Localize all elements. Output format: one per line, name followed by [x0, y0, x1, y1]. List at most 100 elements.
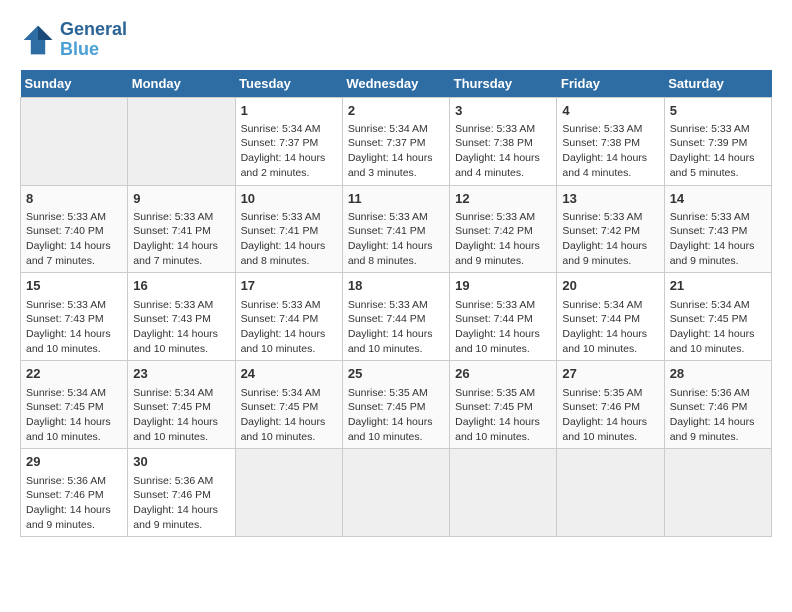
calendar-cell: 4 Sunrise: 5:33 AM Sunset: 7:38 PM Dayli… [557, 97, 664, 185]
calendar-cell: 22 Sunrise: 5:34 AM Sunset: 7:45 PM Dayl… [21, 361, 128, 449]
day-info: Sunrise: 5:33 AM Sunset: 7:42 PM Dayligh… [562, 210, 658, 269]
logo: General Blue [20, 20, 127, 60]
day-number: 8 [26, 190, 122, 208]
day-number: 20 [562, 277, 658, 295]
day-info: Sunrise: 5:34 AM Sunset: 7:37 PM Dayligh… [348, 122, 444, 181]
calendar-cell: 10 Sunrise: 5:33 AM Sunset: 7:41 PM Dayl… [235, 185, 342, 273]
calendar-week-1: 1 Sunrise: 5:34 AM Sunset: 7:37 PM Dayli… [21, 97, 772, 185]
day-number: 17 [241, 277, 337, 295]
page-header: General Blue [20, 20, 772, 60]
day-number: 10 [241, 190, 337, 208]
calendar-cell [557, 449, 664, 537]
calendar-cell: 14 Sunrise: 5:33 AM Sunset: 7:43 PM Dayl… [664, 185, 771, 273]
day-number: 2 [348, 102, 444, 120]
day-number: 27 [562, 365, 658, 383]
logo-line1: General [60, 20, 127, 40]
day-info: Sunrise: 5:35 AM Sunset: 7:45 PM Dayligh… [455, 386, 551, 445]
day-number: 12 [455, 190, 551, 208]
day-number: 16 [133, 277, 229, 295]
calendar-cell: 1 Sunrise: 5:34 AM Sunset: 7:37 PM Dayli… [235, 97, 342, 185]
calendar-table: SundayMondayTuesdayWednesdayThursdayFrid… [20, 70, 772, 538]
calendar-week-5: 29 Sunrise: 5:36 AM Sunset: 7:46 PM Dayl… [21, 449, 772, 537]
day-info: Sunrise: 5:35 AM Sunset: 7:45 PM Dayligh… [348, 386, 444, 445]
day-info: Sunrise: 5:33 AM Sunset: 7:43 PM Dayligh… [133, 298, 229, 357]
calendar-cell [342, 449, 449, 537]
day-number: 4 [562, 102, 658, 120]
day-number: 24 [241, 365, 337, 383]
calendar-cell: 17 Sunrise: 5:33 AM Sunset: 7:44 PM Dayl… [235, 273, 342, 361]
day-info: Sunrise: 5:33 AM Sunset: 7:44 PM Dayligh… [241, 298, 337, 357]
day-info: Sunrise: 5:34 AM Sunset: 7:45 PM Dayligh… [133, 386, 229, 445]
day-info: Sunrise: 5:36 AM Sunset: 7:46 PM Dayligh… [133, 474, 229, 533]
day-number: 21 [670, 277, 766, 295]
calendar-cell: 19 Sunrise: 5:33 AM Sunset: 7:44 PM Dayl… [450, 273, 557, 361]
calendar-week-3: 15 Sunrise: 5:33 AM Sunset: 7:43 PM Dayl… [21, 273, 772, 361]
day-number: 11 [348, 190, 444, 208]
day-number: 25 [348, 365, 444, 383]
weekday-header-thursday: Thursday [450, 70, 557, 98]
day-info: Sunrise: 5:33 AM Sunset: 7:40 PM Dayligh… [26, 210, 122, 269]
day-number: 14 [670, 190, 766, 208]
day-number: 9 [133, 190, 229, 208]
calendar-cell: 20 Sunrise: 5:34 AM Sunset: 7:44 PM Dayl… [557, 273, 664, 361]
calendar-week-2: 8 Sunrise: 5:33 AM Sunset: 7:40 PM Dayli… [21, 185, 772, 273]
calendar-cell: 15 Sunrise: 5:33 AM Sunset: 7:43 PM Dayl… [21, 273, 128, 361]
calendar-cell: 16 Sunrise: 5:33 AM Sunset: 7:43 PM Dayl… [128, 273, 235, 361]
day-info: Sunrise: 5:33 AM Sunset: 7:44 PM Dayligh… [348, 298, 444, 357]
calendar-cell: 11 Sunrise: 5:33 AM Sunset: 7:41 PM Dayl… [342, 185, 449, 273]
calendar-cell: 28 Sunrise: 5:36 AM Sunset: 7:46 PM Dayl… [664, 361, 771, 449]
calendar-cell [450, 449, 557, 537]
day-info: Sunrise: 5:36 AM Sunset: 7:46 PM Dayligh… [670, 386, 766, 445]
day-number: 3 [455, 102, 551, 120]
day-info: Sunrise: 5:34 AM Sunset: 7:45 PM Dayligh… [670, 298, 766, 357]
day-info: Sunrise: 5:33 AM Sunset: 7:41 PM Dayligh… [133, 210, 229, 269]
calendar-cell: 8 Sunrise: 5:33 AM Sunset: 7:40 PM Dayli… [21, 185, 128, 273]
day-number: 23 [133, 365, 229, 383]
calendar-cell [128, 97, 235, 185]
calendar-cell: 29 Sunrise: 5:36 AM Sunset: 7:46 PM Dayl… [21, 449, 128, 537]
logo-icon [20, 22, 56, 58]
calendar-cell: 5 Sunrise: 5:33 AM Sunset: 7:39 PM Dayli… [664, 97, 771, 185]
day-info: Sunrise: 5:33 AM Sunset: 7:43 PM Dayligh… [26, 298, 122, 357]
calendar-cell: 3 Sunrise: 5:33 AM Sunset: 7:38 PM Dayli… [450, 97, 557, 185]
weekday-header-monday: Monday [128, 70, 235, 98]
day-number: 30 [133, 453, 229, 471]
day-number: 13 [562, 190, 658, 208]
day-number: 26 [455, 365, 551, 383]
calendar-cell [235, 449, 342, 537]
day-info: Sunrise: 5:33 AM Sunset: 7:43 PM Dayligh… [670, 210, 766, 269]
day-number: 15 [26, 277, 122, 295]
day-info: Sunrise: 5:34 AM Sunset: 7:45 PM Dayligh… [26, 386, 122, 445]
day-info: Sunrise: 5:36 AM Sunset: 7:46 PM Dayligh… [26, 474, 122, 533]
day-number: 1 [241, 102, 337, 120]
day-info: Sunrise: 5:35 AM Sunset: 7:46 PM Dayligh… [562, 386, 658, 445]
calendar-cell: 30 Sunrise: 5:36 AM Sunset: 7:46 PM Dayl… [128, 449, 235, 537]
calendar-cell: 2 Sunrise: 5:34 AM Sunset: 7:37 PM Dayli… [342, 97, 449, 185]
day-info: Sunrise: 5:34 AM Sunset: 7:44 PM Dayligh… [562, 298, 658, 357]
day-info: Sunrise: 5:33 AM Sunset: 7:38 PM Dayligh… [455, 122, 551, 181]
day-info: Sunrise: 5:33 AM Sunset: 7:38 PM Dayligh… [562, 122, 658, 181]
calendar-week-4: 22 Sunrise: 5:34 AM Sunset: 7:45 PM Dayl… [21, 361, 772, 449]
calendar-cell [21, 97, 128, 185]
day-number: 19 [455, 277, 551, 295]
weekday-header-friday: Friday [557, 70, 664, 98]
calendar-cell: 27 Sunrise: 5:35 AM Sunset: 7:46 PM Dayl… [557, 361, 664, 449]
day-number: 29 [26, 453, 122, 471]
calendar-cell: 24 Sunrise: 5:34 AM Sunset: 7:45 PM Dayl… [235, 361, 342, 449]
day-number: 5 [670, 102, 766, 120]
day-info: Sunrise: 5:34 AM Sunset: 7:37 PM Dayligh… [241, 122, 337, 181]
day-number: 18 [348, 277, 444, 295]
calendar-cell: 9 Sunrise: 5:33 AM Sunset: 7:41 PM Dayli… [128, 185, 235, 273]
day-info: Sunrise: 5:33 AM Sunset: 7:41 PM Dayligh… [241, 210, 337, 269]
calendar-cell: 23 Sunrise: 5:34 AM Sunset: 7:45 PM Dayl… [128, 361, 235, 449]
day-info: Sunrise: 5:33 AM Sunset: 7:39 PM Dayligh… [670, 122, 766, 181]
calendar-cell: 18 Sunrise: 5:33 AM Sunset: 7:44 PM Dayl… [342, 273, 449, 361]
day-number: 28 [670, 365, 766, 383]
calendar-cell: 21 Sunrise: 5:34 AM Sunset: 7:45 PM Dayl… [664, 273, 771, 361]
calendar-cell: 25 Sunrise: 5:35 AM Sunset: 7:45 PM Dayl… [342, 361, 449, 449]
calendar-cell: 26 Sunrise: 5:35 AM Sunset: 7:45 PM Dayl… [450, 361, 557, 449]
weekday-header-row: SundayMondayTuesdayWednesdayThursdayFrid… [21, 70, 772, 98]
logo-line2: Blue [60, 40, 127, 60]
day-info: Sunrise: 5:34 AM Sunset: 7:45 PM Dayligh… [241, 386, 337, 445]
calendar-cell [664, 449, 771, 537]
